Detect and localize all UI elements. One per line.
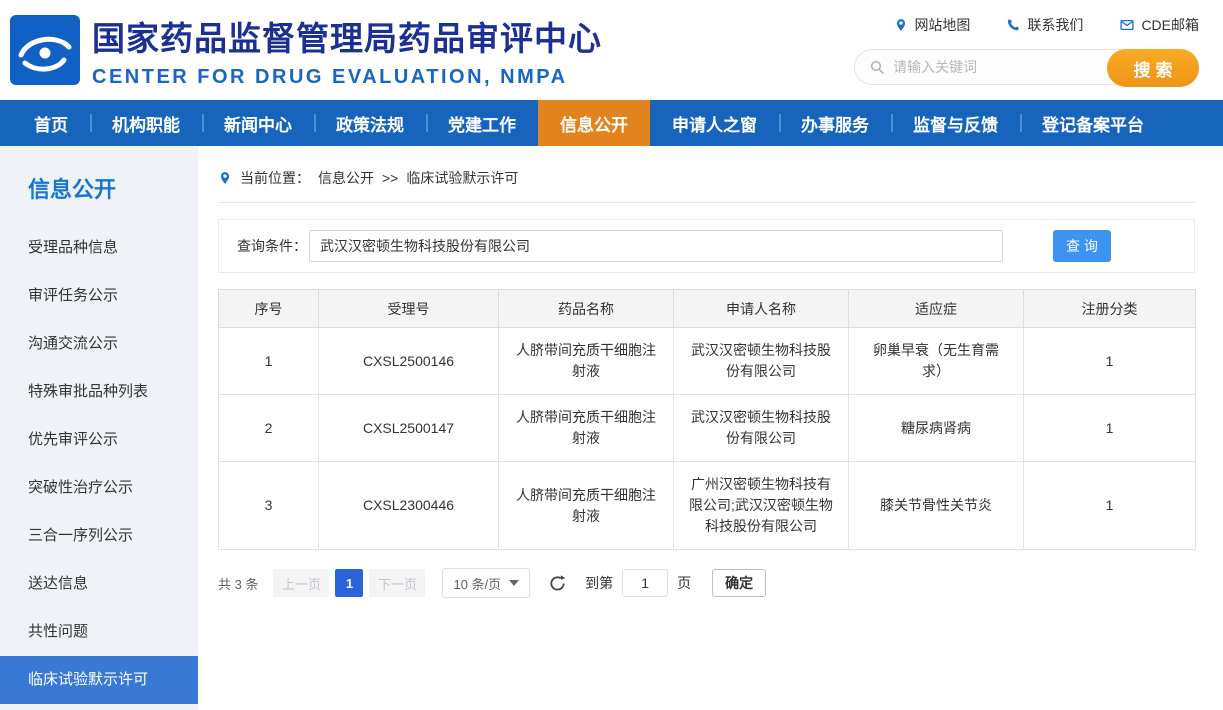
sidebar-item-breakthrough-therapy[interactable]: 突破性治疗公示: [0, 464, 198, 512]
cell-registration-class: 1: [1024, 328, 1196, 395]
table-row: 3 CXSL2300446 人脐带间充质干细胞注射液 广州汉密顿生物科技有限公司…: [219, 462, 1196, 550]
header-cell-drug-name: 药品名称: [499, 290, 674, 328]
results-table: 序号 受理号 药品名称 申请人名称 适应症 注册分类 1 CXSL2500146…: [218, 289, 1196, 550]
cell-registration-class: 1: [1024, 462, 1196, 550]
sitemap-label: 网站地图: [914, 15, 970, 35]
nav-item-policy[interactable]: 政策法规: [314, 100, 426, 146]
cell-acceptance-no: CXSL2500147: [319, 395, 499, 462]
sidebar-item-special-approval[interactable]: 特殊审批品种列表: [0, 368, 198, 416]
nav-item-registration-platform[interactable]: 登记备案平台: [1020, 100, 1166, 146]
search-input[interactable]: [893, 59, 1098, 75]
header-cell-registration-class: 注册分类: [1024, 290, 1196, 328]
site-titles: 国家药品监督管理局药品审评中心 CENTER FOR DRUG EVALUATI…: [92, 12, 602, 89]
main-content: 当前位置： 信息公开 >> 临床试验默示许可 查询条件： 查 询 序号 受理号 药…: [198, 146, 1223, 710]
nav-item-supervision[interactable]: 监督与反馈: [891, 100, 1020, 146]
nav-item-party[interactable]: 党建工作: [426, 100, 538, 146]
sidebar-title: 信息公开: [28, 172, 198, 204]
cde-logo[interactable]: [10, 15, 80, 85]
sidebar-item-review-tasks[interactable]: 审评任务公示: [0, 272, 198, 320]
chevron-down-icon: [509, 580, 519, 586]
nav-item-home[interactable]: 首页: [12, 100, 90, 146]
mail-label: CDE邮箱: [1141, 15, 1199, 35]
mail-icon: [1119, 18, 1135, 32]
goto-page: 到第 页 确定: [585, 569, 766, 597]
sidebar-item-common-issues[interactable]: 共性问题: [0, 608, 198, 656]
cell-drug-name: 人脐带间充质干细胞注射液: [499, 328, 674, 395]
sidebar-item-delivery-info[interactable]: 送达信息: [0, 560, 198, 608]
nav-item-info-disclosure[interactable]: 信息公开: [538, 100, 650, 146]
cell-index: 1: [219, 328, 319, 395]
header-cell-applicant: 申请人名称: [674, 290, 849, 328]
nav-item-services[interactable]: 办事服务: [779, 100, 891, 146]
table-header-row: 序号 受理号 药品名称 申请人名称 适应症 注册分类: [219, 290, 1196, 328]
next-page-button[interactable]: 下一页: [369, 569, 425, 597]
cell-index: 3: [219, 462, 319, 550]
site-header: 国家药品监督管理局药品审评中心 CENTER FOR DRUG EVALUATI…: [0, 0, 1223, 100]
main-nav: 首页 机构职能 新闻中心 政策法规 党建工作 信息公开 申请人之窗 办事服务 监…: [0, 100, 1223, 146]
breadcrumb-current: 临床试验默示许可: [406, 168, 518, 188]
page-number-1[interactable]: 1: [335, 569, 363, 597]
query-box: 查询条件： 查 询: [218, 219, 1195, 273]
sidebar: 信息公开 受理品种信息 审评任务公示 沟通交流公示 特殊审批品种列表 优先审评公…: [0, 146, 198, 710]
cell-drug-name: 人脐带间充质干细胞注射液: [499, 462, 674, 550]
cell-index: 2: [219, 395, 319, 462]
query-label: 查询条件：: [237, 236, 307, 256]
contact-label: 联系我们: [1027, 15, 1083, 35]
pagination: 共 3 条 上一页 1 下一页 10 条/页 到第 页 确定: [218, 568, 1195, 598]
sidebar-item-priority-review[interactable]: 优先审评公示: [0, 416, 198, 464]
prev-page-button[interactable]: 上一页: [273, 569, 329, 597]
site-title: 国家药品监督管理局药品审评中心: [92, 12, 602, 60]
cell-drug-name: 人脐带间充质干细胞注射液: [499, 395, 674, 462]
cell-indication: 卵巢早衰（无生育需求）: [849, 328, 1024, 395]
sitemap-link[interactable]: 网站地图: [894, 15, 970, 35]
breadcrumb: 当前位置： 信息公开 >> 临床试验默示许可: [218, 168, 1195, 203]
confirm-button[interactable]: 确定: [712, 569, 766, 597]
page-size-label: 10 条/页: [453, 574, 501, 593]
goto-suffix: 页: [677, 573, 691, 593]
mail-link[interactable]: CDE邮箱: [1119, 15, 1199, 35]
sidebar-item-clinical-trial-implied-license[interactable]: 临床试验默示许可: [0, 656, 198, 704]
map-pin-icon: [894, 17, 908, 33]
breadcrumb-separator: >>: [382, 170, 398, 186]
page-body: 信息公开 受理品种信息 审评任务公示 沟通交流公示 特殊审批品种列表 优先审评公…: [0, 146, 1223, 710]
header-cell-indication: 适应症: [849, 290, 1024, 328]
sidebar-item-three-in-one[interactable]: 三合一序列公示: [0, 512, 198, 560]
page-size-select[interactable]: 10 条/页: [442, 568, 530, 598]
nav-item-news[interactable]: 新闻中心: [202, 100, 314, 146]
cell-indication: 糖尿病肾病: [849, 395, 1024, 462]
location-pin-icon: [218, 170, 232, 186]
contact-link[interactable]: 联系我们: [1006, 15, 1083, 35]
goto-prefix: 到第: [585, 573, 613, 593]
goto-page-input[interactable]: [622, 569, 668, 597]
cell-applicant: 武汉汉密顿生物科技股份有限公司: [674, 395, 849, 462]
site-search: 搜索: [854, 49, 1199, 85]
cell-registration-class: 1: [1024, 395, 1196, 462]
sidebar-item-accepted-varieties[interactable]: 受理品种信息: [0, 224, 198, 272]
phone-icon: [1006, 18, 1021, 33]
search-button[interactable]: 搜索: [1107, 49, 1199, 87]
cell-applicant: 武汉汉密顿生物科技股份有限公司: [674, 328, 849, 395]
pagination-total: 共 3 条: [218, 574, 258, 593]
query-button[interactable]: 查 询: [1053, 230, 1111, 262]
breadcrumb-prefix: 当前位置：: [240, 168, 310, 188]
search-icon: [869, 59, 885, 75]
refresh-icon[interactable]: [548, 574, 567, 593]
cell-applicant: 广州汉密顿生物科技有限公司;武汉汉密顿生物科技股份有限公司: [674, 462, 849, 550]
breadcrumb-section[interactable]: 信息公开: [318, 168, 374, 188]
sidebar-item-communication[interactable]: 沟通交流公示: [0, 320, 198, 368]
table-row: 1 CXSL2500146 人脐带间充质干细胞注射液 武汉汉密顿生物科技股份有限…: [219, 328, 1196, 395]
cell-indication: 膝关节骨性关节炎: [849, 462, 1024, 550]
cell-acceptance-no: CXSL2300446: [319, 462, 499, 550]
cell-acceptance-no: CXSL2500146: [319, 328, 499, 395]
site-subtitle: CENTER FOR DRUG EVALUATION, NMPA: [92, 66, 602, 89]
nav-item-applicant-window[interactable]: 申请人之窗: [650, 100, 779, 146]
header-right: 网站地图 联系我们 CDE邮箱 搜索: [854, 15, 1199, 85]
page: 国家药品监督管理局药品审评中心 CENTER FOR DRUG EVALUATI…: [0, 0, 1223, 710]
header-cell-acceptance-no: 受理号: [319, 290, 499, 328]
header-cell-index: 序号: [219, 290, 319, 328]
table-row: 2 CXSL2500147 人脐带间充质干细胞注射液 武汉汉密顿生物科技股份有限…: [219, 395, 1196, 462]
quick-links: 网站地图 联系我们 CDE邮箱: [894, 15, 1199, 35]
nav-item-functions[interactable]: 机构职能: [90, 100, 202, 146]
query-input[interactable]: [309, 230, 1003, 262]
